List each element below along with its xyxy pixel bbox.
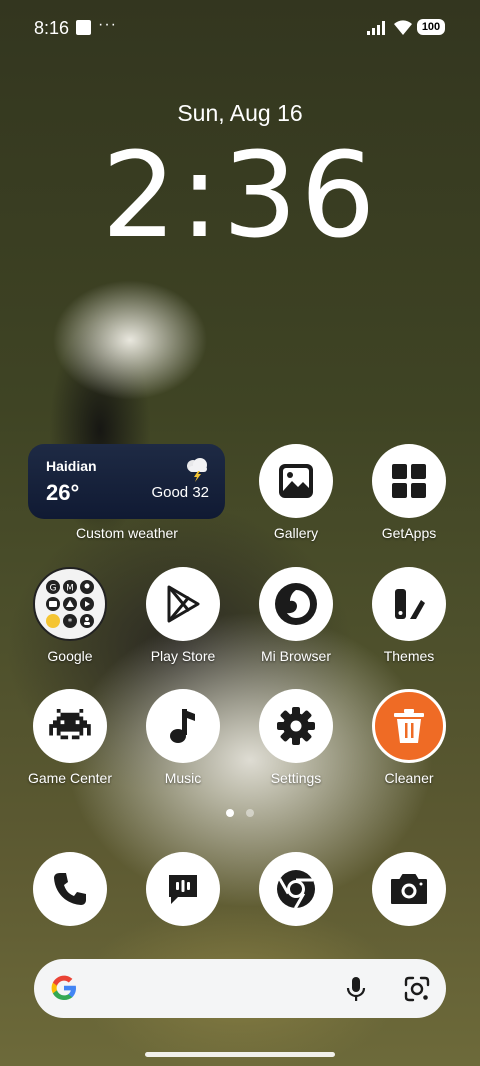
themes-label: Themes [383, 648, 435, 664]
svg-text:M: M [66, 584, 74, 594]
camera-icon [391, 874, 427, 904]
messages-app[interactable] [146, 852, 220, 926]
status-bar: 8:16 ··· 100 [0, 0, 480, 56]
camera-app[interactable] [372, 852, 446, 926]
gallery-label: Gallery [273, 525, 319, 541]
phone-app[interactable] [33, 852, 107, 926]
google-folder-icon: G M * [46, 580, 94, 628]
getapps-label: GetApps [381, 525, 437, 541]
microphone-icon[interactable] [344, 976, 368, 1002]
music-icon [170, 709, 195, 743]
google-g-icon [51, 975, 76, 1000]
svg-text:*: * [68, 618, 73, 628]
getapps-icon [392, 464, 426, 498]
thunderstorm-icon [187, 458, 207, 482]
weather-temperature: 26° [46, 480, 80, 505]
music-label: Music [164, 770, 202, 786]
svg-text:G: G [50, 584, 57, 594]
chrome-icon [277, 870, 315, 909]
game-center-label: Game Center [27, 770, 113, 786]
phone-icon [54, 873, 86, 905]
clock-widget[interactable]: 2:36 [0, 126, 480, 264]
getapps-app[interactable] [372, 444, 446, 518]
page-indicator-inactive[interactable] [246, 809, 254, 817]
cleaner-label: Cleaner [384, 770, 434, 786]
gallery-icon [279, 464, 313, 498]
mi-browser-icon [275, 583, 317, 625]
more-notifications-icon: ··· [98, 16, 117, 33]
signal-icon [367, 21, 385, 35]
weather-widget-label: Custom weather [76, 525, 178, 541]
wifi-icon [394, 20, 412, 35]
cleaner-app[interactable] [372, 689, 446, 763]
settings-app[interactable] [259, 689, 333, 763]
google-folder-label: Google [47, 648, 93, 664]
mi-browser-label: Mi Browser [260, 648, 331, 664]
page-indicator-active[interactable] [226, 809, 234, 817]
status-time: 8:16 [34, 18, 70, 38]
weather-air-quality: Good 32 [151, 484, 209, 501]
play-store-app[interactable] [146, 567, 220, 641]
home-gesture-bar[interactable] [145, 1052, 335, 1057]
cleaner-icon [394, 709, 424, 743]
game-center-app[interactable] [33, 689, 107, 763]
google-search-bar[interactable] [34, 959, 446, 1018]
chrome-app[interactable] [259, 852, 333, 926]
themes-icon [395, 589, 425, 619]
settings-icon [277, 707, 315, 745]
gallery-app[interactable] [259, 444, 333, 518]
battery-icon: 100 [417, 19, 445, 35]
play-store-label: Play Store [150, 648, 216, 664]
date-text[interactable]: Sun, Aug 16 [0, 100, 480, 127]
weather-widget[interactable]: Haidian 26° Good 32 [28, 444, 225, 519]
play-store-icon [167, 585, 200, 623]
notification-icon [76, 20, 91, 35]
music-app[interactable] [146, 689, 220, 763]
settings-label: Settings [270, 770, 322, 786]
game-center-icon [49, 709, 91, 740]
google-folder[interactable]: G M * [33, 567, 107, 641]
google-lens-icon[interactable] [404, 976, 430, 1002]
mi-browser-app[interactable] [259, 567, 333, 641]
weather-city: Haidian [46, 458, 97, 474]
messages-icon [169, 875, 197, 904]
themes-app[interactable] [372, 567, 446, 641]
